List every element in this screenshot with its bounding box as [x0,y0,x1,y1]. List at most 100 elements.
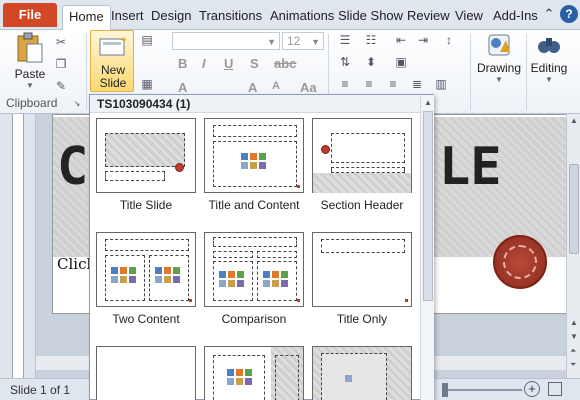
cut-icon[interactable]: ✂ [52,34,70,50]
slide-title-right: LE [439,137,502,197]
align-text-icon[interactable]: ⬍ [362,54,380,70]
picture-icon [241,162,248,169]
caption-placeholder [275,355,299,400]
tab-transitions[interactable]: Transitions [193,5,268,30]
scroll-up-icon[interactable]: ▲ [570,116,578,125]
chart-icon [250,153,257,160]
columns-icon[interactable]: ▥ [432,76,450,92]
strikethrough-icon[interactable]: abc [274,56,296,71]
paste-dropdown-icon: ▼ [26,81,34,90]
table-icon [263,271,270,278]
italic-icon[interactable]: I [202,56,206,71]
tab-animations[interactable]: Animations [264,5,340,30]
editing-button[interactable]: Editing ▼ [527,32,571,84]
underline-icon[interactable]: U [224,56,233,71]
layout-thumbnail [312,232,412,307]
new-slide-button[interactable]: ✦ New Slide [90,30,134,92]
shadow-icon[interactable]: S [250,56,259,71]
scroll-up-icon[interactable]: ▲ [570,318,578,327]
subtitle-placeholder [105,171,165,181]
font-size-combo[interactable]: 12 ▼ [282,32,324,50]
new-slide-gallery[interactable]: TS103090434 (1) ▲ Title Slide Title and … [89,94,434,400]
scroll-down-icon[interactable]: ▼ [570,332,578,341]
clear-formatting-icon[interactable]: Aa [300,80,317,95]
tab-add-ins[interactable]: Add-Ins [487,5,544,30]
title-placeholder [213,125,297,137]
smartart-icon [173,267,180,274]
media-icon [129,276,136,283]
font-name-combo[interactable]: ▼ [172,32,280,50]
tab-insert[interactable]: Insert [105,5,150,30]
tab-file[interactable]: File [3,3,57,27]
font-size-value: 12 [287,34,301,48]
chart-icon [228,271,235,278]
ruler-strip [12,114,24,378]
seal-dot-icon [189,299,192,302]
scrollbar-thumb[interactable] [569,164,579,254]
scroll-up-icon[interactable]: ▲ [424,98,432,107]
clipart-icon [236,378,243,385]
clipboard-launcher-icon[interactable]: ↘ [68,96,86,112]
chevron-down-icon: ▼ [311,37,320,47]
gallery-scroll-thumb[interactable] [423,111,433,301]
next-slide-icon[interactable]: ⏷ [570,360,576,370]
smartart-icon [245,369,252,376]
group-separator [86,34,87,110]
section-icon[interactable]: ▦ [138,76,156,92]
zoom-slider-knob[interactable] [442,383,448,397]
fit-to-window-icon[interactable] [548,382,562,396]
layout-icon[interactable]: ▤ [138,32,156,48]
text-direction-icon[interactable]: ⇅ [336,54,354,70]
align-left-icon[interactable]: ≡ [336,76,354,92]
line-spacing-icon[interactable]: ↕ [440,32,458,48]
decrease-indent-icon[interactable]: ⇤ [392,32,410,48]
tab-home[interactable]: Home [62,5,111,30]
numbering-icon[interactable]: ☷ [362,32,380,48]
content-icons [219,271,245,289]
zoom-slider[interactable] [448,389,522,391]
format-painter-icon[interactable]: ✎ [52,78,70,94]
clipboard-group-label: Clipboard [6,96,58,110]
group-separator [470,34,471,110]
layout-label: Title Only [336,312,388,326]
tab-slide-show[interactable]: Slide Show [332,5,409,30]
paste-button[interactable]: Paste ▼ [10,32,50,90]
seal-ring [503,245,537,279]
align-center-icon[interactable]: ≡ [360,76,378,92]
title-placeholder [105,133,185,167]
align-right-icon[interactable]: ≡ [384,76,402,92]
media-icon [259,162,266,169]
wax-seal-image [493,235,547,289]
gallery-theme-header: TS103090434 (1) [90,95,420,113]
copy-icon[interactable]: ❐ [52,56,70,72]
media-icon [237,280,244,287]
drawing-dropdown-icon: ▼ [495,75,503,84]
increase-indent-icon[interactable]: ⇥ [414,32,432,48]
gallery-scrollbar[interactable]: ▲ [420,95,434,400]
previous-slide-icon[interactable]: ⏶ [570,346,576,356]
grow-font-icon[interactable]: A [248,80,257,95]
new-slide-label-1: New [100,63,125,77]
tab-review[interactable]: Review [401,5,456,30]
paste-icon [17,32,43,63]
seal-dot-icon [405,299,408,302]
title-placeholder [213,237,297,247]
layout-thumbnail [204,118,304,193]
tab-design[interactable]: Design [145,5,197,30]
vertical-scrollbar[interactable]: ▲ ▲ ▼ ⏶ ⏷ [566,114,580,378]
bold-icon[interactable]: B [178,56,187,71]
bullets-icon[interactable]: ☰ [336,32,354,48]
seal-dot-icon [297,185,300,188]
shrink-font-icon[interactable]: A [272,80,280,92]
smartart-icon[interactable]: ▣ [392,54,410,70]
help-icon[interactable]: ? [560,5,578,23]
minimize-ribbon-icon[interactable]: ⌃ [540,5,558,23]
heading-placeholder-right [257,251,297,258]
font-color-icon[interactable]: A [178,80,187,95]
picture-icon [111,276,118,283]
drawing-button[interactable]: Drawing ▼ [474,32,524,84]
tab-view[interactable]: View [449,5,489,30]
layout-thumbnail [312,118,412,193]
justify-icon[interactable]: ≣ [408,76,426,92]
zoom-in-icon[interactable]: + [524,381,540,397]
